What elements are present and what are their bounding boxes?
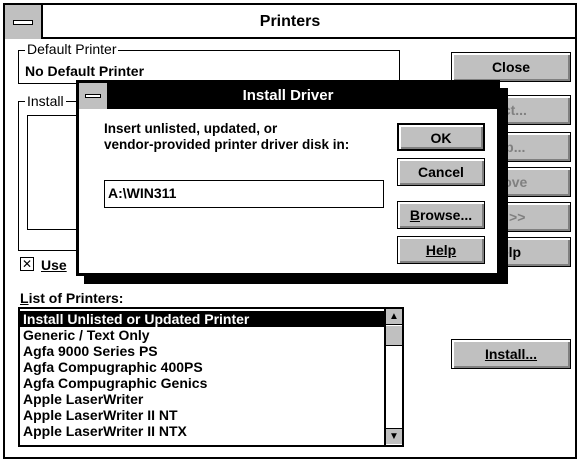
dialog-help-button[interactable]: Help bbox=[397, 236, 485, 264]
close-button[interactable]: Close bbox=[451, 52, 571, 82]
list-item[interactable]: Generic / Text Only bbox=[20, 327, 386, 343]
system-menu-bar-glyph bbox=[13, 20, 33, 25]
printer-list-items: Install Unlisted or Updated Printer Gene… bbox=[20, 311, 386, 445]
dialog-prompt-line1: Insert unlisted, updated, or bbox=[104, 121, 278, 136]
printer-list[interactable]: Install Unlisted or Updated Printer Gene… bbox=[18, 307, 404, 447]
scroll-up-icon[interactable]: ▲ bbox=[386, 309, 402, 325]
checkbox-check-icon: ✕ bbox=[21, 257, 33, 271]
default-printer-group-label: Default Printer bbox=[25, 41, 119, 57]
scroll-down-icon[interactable]: ▼ bbox=[386, 428, 402, 444]
printer-list-scrollbar[interactable]: ▲ ▼ bbox=[384, 309, 402, 445]
scroll-thumb[interactable] bbox=[386, 326, 402, 346]
title-bar: Printers bbox=[5, 5, 575, 39]
window-title: Printers bbox=[259, 13, 321, 30]
use-checkbox[interactable]: ✕ bbox=[20, 257, 34, 271]
list-item[interactable]: Install Unlisted or Updated Printer bbox=[20, 311, 386, 327]
list-item[interactable]: Apple LaserWriter II NT bbox=[20, 407, 386, 423]
system-menu-icon[interactable] bbox=[5, 5, 43, 39]
cancel-button[interactable]: Cancel bbox=[397, 158, 485, 186]
list-item[interactable]: Agfa 9000 Series PS bbox=[20, 343, 386, 359]
printer-list-label: List of Printers: bbox=[20, 290, 124, 306]
ok-button[interactable]: OK bbox=[397, 123, 485, 151]
list-item[interactable]: Apple LaserWriter bbox=[20, 391, 386, 407]
list-item[interactable]: Agfa Compugraphic 400PS bbox=[20, 359, 386, 375]
driver-path-input[interactable]: A:\WIN311 bbox=[104, 180, 384, 208]
dialog-system-menu-icon[interactable] bbox=[79, 83, 109, 109]
installed-printers-group-label: Install bbox=[25, 93, 66, 109]
install-button[interactable]: Install... bbox=[451, 339, 571, 369]
use-checkbox-label: Use bbox=[41, 257, 67, 273]
dialog-title: Install Driver bbox=[79, 83, 497, 109]
list-item[interactable]: Agfa Compugraphic Genics bbox=[20, 375, 386, 391]
dialog-system-menu-bar-glyph bbox=[85, 94, 101, 98]
default-printer-value: No Default Printer bbox=[25, 63, 145, 79]
list-item[interactable]: Apple LaserWriter II NTX bbox=[20, 423, 386, 439]
dialog-prompt-line2: vendor-provided printer driver disk in: bbox=[104, 137, 350, 152]
install-driver-dialog: Install Driver Insert unlisted, updated,… bbox=[76, 80, 500, 276]
browse-button[interactable]: Browse... bbox=[397, 201, 485, 229]
